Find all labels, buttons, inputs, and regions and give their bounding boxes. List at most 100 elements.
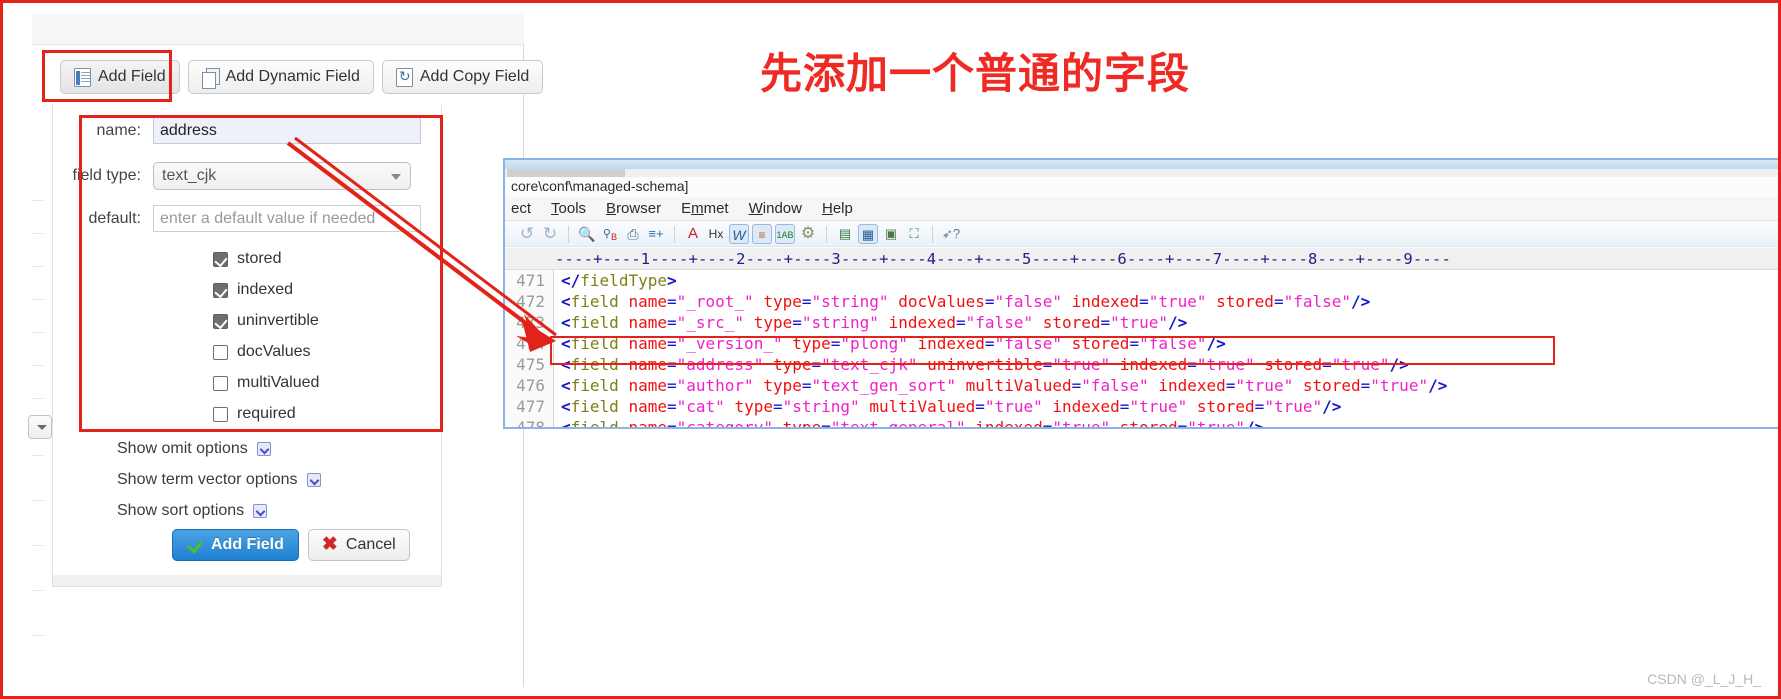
checkbox-docvalues[interactable] <box>213 344 228 360</box>
toolbar-separator <box>826 225 827 243</box>
editor-titlebar[interactable] <box>505 160 1779 169</box>
add-field-submit-button[interactable]: Add Field <box>172 529 299 561</box>
form-row-name: name: address <box>53 117 421 144</box>
menu-help[interactable]: Help <box>822 200 853 217</box>
redo-icon[interactable]: ↻ <box>540 224 560 244</box>
red-x-icon: ✖ <box>321 534 338 555</box>
show-sort-options-label: Show sort options <box>117 502 245 519</box>
checkbox-row-multivalued[interactable]: multiValued <box>213 374 319 392</box>
field-type-select[interactable]: text_cjk <box>153 162 411 190</box>
find-icon[interactable]: 🔍 <box>577 224 597 244</box>
green-check-icon <box>187 537 203 553</box>
show-term-vector-options-toggle[interactable]: Show term vector options <box>117 471 321 489</box>
font-size-icon[interactable]: A <box>683 224 703 244</box>
panel-list-icon[interactable]: ▤ <box>835 224 855 244</box>
tab-add-field-label: Add Field <box>98 68 166 85</box>
nav-divider <box>32 455 44 456</box>
nav-divider <box>32 398 44 399</box>
checkbox-uninvertible[interactable] <box>213 313 228 329</box>
nav-divider <box>32 233 44 234</box>
checkbox-row-required[interactable]: required <box>213 405 296 423</box>
checkbox-required[interactable] <box>213 406 228 422</box>
text-editor-window: core\conf\managed-schema] ect Tools Brow… <box>503 158 1781 429</box>
annotation-title: 先添加一个普通的字段 <box>760 49 1191 98</box>
cancel-label: Cancel <box>345 536 396 553</box>
editor-tab-strip[interactable] <box>505 169 1779 177</box>
settings-gear-icon[interactable]: ⚙ <box>798 224 818 244</box>
chevron-down-icon[interactable] <box>306 473 321 487</box>
nav-divider <box>32 332 44 333</box>
help-pointer-icon[interactable]: ➶? <box>941 224 961 244</box>
document-icon <box>74 67 91 87</box>
add-field-submit-label: Add Field <box>211 536 284 553</box>
csdn-watermark: CSDN @_L_J_H_ <box>1647 671 1761 687</box>
chevron-down-icon[interactable] <box>253 504 268 518</box>
default-label: default: <box>88 209 141 227</box>
replace-icon[interactable]: ⚲B <box>600 224 620 244</box>
editor-file-title: core\conf\managed-schema] <box>511 178 689 194</box>
code-line: <field name="cat" type="string" multiVal… <box>561 397 1342 416</box>
tab-add-field[interactable]: Add Field <box>60 60 180 94</box>
panel-split-icon[interactable]: ▦ <box>858 224 878 244</box>
undo-icon[interactable]: ↺ <box>517 224 537 244</box>
checkbox-row-stored[interactable]: stored <box>213 250 281 268</box>
checkbox-indexed[interactable] <box>213 282 228 298</box>
line-number: 473 <box>516 313 545 332</box>
all-chars-icon[interactable]: 1AB <box>775 224 795 244</box>
checkbox-docvalues-label: docValues <box>237 343 311 360</box>
tab-add-dynamic-field-label: Add Dynamic Field <box>225 68 360 85</box>
checkbox-row-indexed[interactable]: indexed <box>213 281 293 299</box>
checkbox-stored-label: stored <box>237 250 282 267</box>
show-sort-options-toggle[interactable]: Show sort options <box>117 502 268 520</box>
code-line: <field name="address" type="text_cjk" un… <box>561 355 1409 374</box>
tab-add-copy-field[interactable]: Add Copy Field <box>381 60 544 94</box>
show-omit-options-label: Show omit options <box>117 440 248 457</box>
menu-tools[interactable]: Tools <box>551 200 586 217</box>
indent-guide-icon[interactable]: ≡ <box>752 224 772 244</box>
goto-line-icon[interactable]: ⎙ <box>623 224 643 244</box>
stacked-documents-icon <box>201 67 220 89</box>
code-line: <field name="_version_" type="plong" ind… <box>561 334 1226 353</box>
form-row-default: default: enter a default value if needed <box>53 205 421 232</box>
menu-window[interactable]: Window <box>749 200 802 217</box>
chevron-down-icon <box>37 425 47 430</box>
hex-view-icon[interactable]: Hx <box>706 224 726 244</box>
checkbox-indexed-label: indexed <box>237 281 294 298</box>
browser-content-topbar <box>32 14 524 45</box>
launch-browser-icon[interactable]: ⛶ <box>904 224 924 244</box>
code-line: <field name="_root_" type="string" docVa… <box>561 292 1371 311</box>
tab-add-dynamic-field[interactable]: Add Dynamic Field <box>187 60 374 94</box>
menu-project[interactable]: ect <box>511 200 531 217</box>
menu-emmet[interactable]: Emmet <box>681 200 729 217</box>
cancel-button[interactable]: ✖ Cancel <box>307 529 410 561</box>
default-value-input[interactable]: enter a default value if needed <box>153 205 421 232</box>
chevron-down-icon[interactable] <box>256 442 271 456</box>
line-number: 476 <box>516 376 545 395</box>
nav-divider <box>32 545 44 546</box>
show-omit-options-toggle[interactable]: Show omit options <box>117 440 271 458</box>
editor-toolbar: ↺ ↻ 🔍 ⚲B ⎙ ≡+ A Hx W ≡ 1AB ⚙ ▤ ▦ ▣ ⛶ ➶? <box>505 222 1779 247</box>
checkbox-multivalued[interactable] <box>213 375 228 391</box>
menu-browser[interactable]: Browser <box>606 200 661 217</box>
word-wrap-icon[interactable]: W <box>729 224 749 244</box>
checkbox-row-uninvertible[interactable]: uninvertible <box>213 312 319 330</box>
field-name-input[interactable]: address <box>153 117 421 144</box>
nav-divider <box>32 365 44 366</box>
line-number: 477 <box>516 397 545 416</box>
code-line: <field name="category" type="text_genera… <box>561 418 1265 429</box>
name-label: name: <box>96 121 141 139</box>
code-editor-area[interactable]: 471 472 473 474 475 476 477 478 </fieldT… <box>505 270 1779 429</box>
nav-collapse-dropdown[interactable] <box>28 415 52 439</box>
line-number: 471 <box>516 271 545 290</box>
checkbox-stored[interactable] <box>213 251 228 267</box>
line-number: 472 <box>516 292 545 311</box>
incremental-search-icon[interactable]: ≡+ <box>646 224 666 244</box>
ruler-text: ----+----1----+----2----+----3----+----4… <box>555 250 1451 268</box>
code-line: <field name="author" type="text_gen_sort… <box>561 376 1448 395</box>
line-number: 478 <box>516 418 545 429</box>
checkbox-row-docvalues[interactable]: docValues <box>213 343 311 361</box>
code-lines: </fieldType> <field name="_root_" type="… <box>561 270 1779 429</box>
nav-divider <box>32 500 44 501</box>
preview-icon[interactable]: ▣ <box>881 224 901 244</box>
line-number-gutter: 471 472 473 474 475 476 477 478 <box>505 270 554 429</box>
